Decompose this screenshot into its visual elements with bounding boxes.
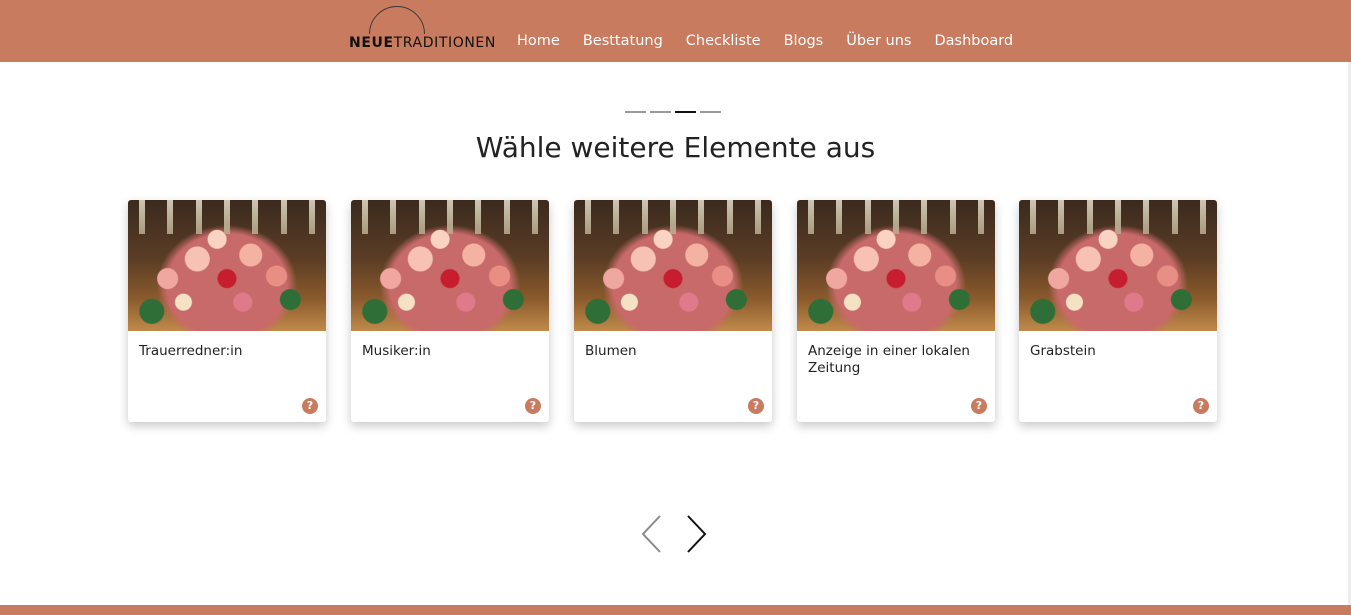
card-title: Musiker:in	[362, 343, 431, 359]
nav-dashboard[interactable]: Dashboard	[934, 33, 1013, 49]
flower-arrangement-image	[1019, 200, 1217, 331]
step-dash-3-current	[675, 111, 696, 113]
chevron-right-icon	[687, 515, 707, 553]
nav-checkliste[interactable]: Checkliste	[686, 33, 761, 49]
carousel-next-button[interactable]	[684, 514, 708, 554]
card-title: Grabstein	[1030, 343, 1096, 359]
flower-arrangement-image	[128, 200, 326, 331]
nav-home[interactable]: Home	[517, 33, 560, 49]
card-title: Trauerredner:in	[139, 343, 243, 359]
carousel-prev-button[interactable]	[640, 514, 664, 554]
site-logo[interactable]: NEUETRADITIONEN	[349, 6, 499, 52]
logo-arc-icon	[369, 6, 425, 34]
flower-arrangement-image	[574, 200, 772, 331]
main-nav: Home Besttatung Checkliste Blogs Über un…	[517, 33, 1013, 49]
top-navigation-bar: NEUETRADITIONEN Home Besttatung Checklis…	[0, 0, 1351, 62]
help-icon[interactable]: ?	[302, 398, 318, 414]
card-blumen[interactable]: Blumen ?	[574, 200, 772, 422]
footer-bar	[0, 605, 1351, 615]
element-cards: Trauerredner:in ? Musiker:in ? Blumen ? …	[128, 200, 1242, 422]
nav-besttatung[interactable]: Besttatung	[583, 33, 663, 49]
card-musiker[interactable]: Musiker:in ?	[351, 200, 549, 422]
nav-blogs[interactable]: Blogs	[784, 33, 824, 49]
step-dash-2	[650, 111, 671, 113]
help-icon[interactable]: ?	[748, 398, 764, 414]
logo-text-light: TRADITIONEN	[393, 35, 496, 51]
card-title: Blumen	[585, 343, 637, 359]
flower-arrangement-image	[797, 200, 995, 331]
logo-text-bold: NEUE	[349, 35, 394, 51]
chevron-left-icon	[641, 515, 661, 553]
nav-ueber-uns[interactable]: Über uns	[846, 33, 911, 49]
help-icon[interactable]: ?	[525, 398, 541, 414]
help-icon[interactable]: ?	[971, 398, 987, 414]
card-title: Anzeige in einer lokalen Zeitung	[808, 343, 970, 376]
page-title: Wähle weitere Elemente aus	[475, 131, 876, 164]
flower-arrangement-image	[351, 200, 549, 331]
step-indicator	[625, 111, 721, 113]
card-grabstein[interactable]: Grabstein ?	[1019, 200, 1217, 422]
step-dash-1	[625, 111, 646, 113]
card-trauerredner[interactable]: Trauerredner:in ?	[128, 200, 326, 422]
help-icon[interactable]: ?	[1193, 398, 1209, 414]
step-dash-4	[700, 111, 721, 113]
card-anzeige[interactable]: Anzeige in einer lokalen Zeitung ?	[797, 200, 995, 422]
